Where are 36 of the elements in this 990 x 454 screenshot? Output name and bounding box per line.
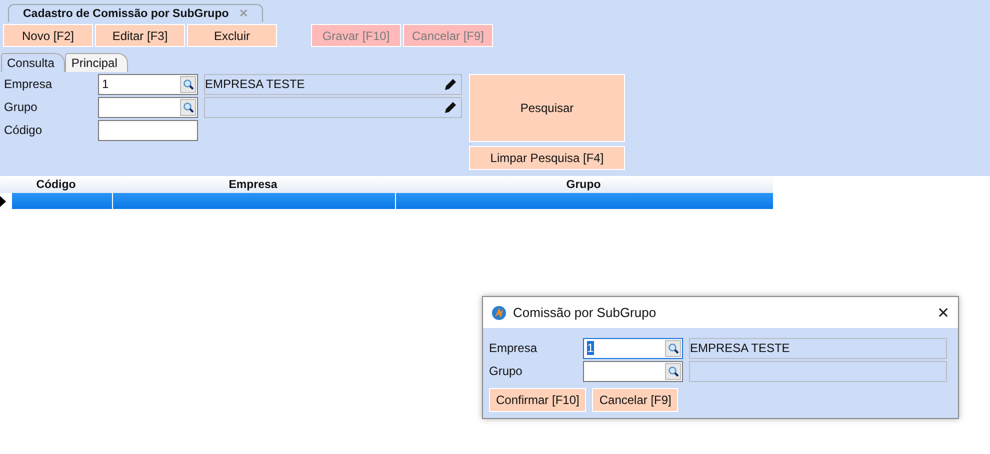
field-label: Código: [4, 123, 44, 137]
toolbar-button[interactable]: Excluir: [187, 24, 277, 47]
field-label: Empresa: [4, 77, 54, 91]
close-button[interactable]: ✕: [937, 304, 950, 322]
search-icon: [668, 342, 678, 354]
input-field[interactable]: [98, 120, 198, 140]
dialog-title: Comissão por SubGrupo: [513, 305, 658, 320]
clear-search-button[interactable]: Limpar Pesquisa [F4]: [469, 146, 625, 170]
tab[interactable]: Principal: [65, 53, 128, 72]
row-pointer-icon: [0, 196, 6, 206]
input-field[interactable]: 1: [98, 74, 198, 94]
search-button[interactable]: Pesquisar: [469, 74, 625, 142]
search-icon: [668, 366, 678, 376]
toolbar-button[interactable]: Novo [F2]: [3, 24, 93, 47]
column-header[interactable]: Grupo: [394, 177, 773, 193]
description-field: EMPRESA TESTE: [689, 338, 947, 358]
description-field: EMPRESA TESTE: [204, 74, 462, 94]
dialog-button[interactable]: Confirmar [F10]: [489, 388, 586, 412]
input-field[interactable]: [98, 96, 198, 118]
input-field[interactable]: 1: [583, 338, 683, 358]
toolbar-button[interactable]: Editar [F3]: [95, 24, 185, 47]
pencil-icon[interactable]: [444, 78, 457, 90]
pencil-icon[interactable]: [444, 100, 457, 114]
document-tab-title: Cadastro de Comissão por SubGrupo: [23, 8, 229, 20]
tab[interactable]: Consulta: [1, 53, 66, 72]
dialog-button[interactable]: Cancelar [F9]: [592, 388, 678, 412]
field-label: Grupo: [489, 364, 524, 378]
column-header[interactable]: Empresa: [112, 177, 394, 193]
field-label: Grupo: [4, 100, 38, 114]
app-logo-icon: [491, 304, 507, 320]
document-tab[interactable]: Cadastro de Comissão por SubGrupo ✕: [8, 4, 263, 22]
input-field[interactable]: [583, 360, 683, 382]
column-header[interactable]: Código: [0, 177, 112, 193]
search-icon: [182, 102, 194, 112]
search-icon: [182, 78, 194, 90]
field-label: Empresa: [489, 341, 538, 355]
